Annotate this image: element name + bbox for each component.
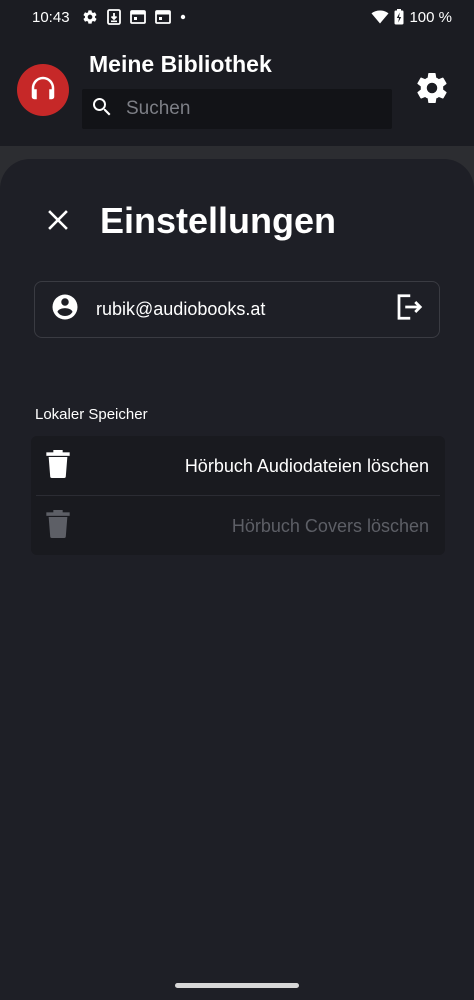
sheet-title: Einstellungen: [100, 200, 337, 241]
search-icon: [90, 95, 114, 124]
page-title: Meine Bibliothek: [89, 51, 272, 77]
account-email: rubik@audiobooks.at: [96, 299, 266, 319]
system-icons: 100 %: [371, 9, 452, 26]
search-placeholder: Suchen: [126, 98, 191, 119]
status-bar: 10:43 100 %: [0, 0, 474, 34]
calendar-icon: [154, 10, 171, 24]
divider: [36, 495, 440, 496]
account-card: rubik@audiobooks.at: [34, 281, 440, 338]
delete-audio-files-button[interactable]: Hörbuch Audiodateien löschen: [31, 437, 445, 495]
status-time: 10:43: [32, 8, 70, 26]
battery-percentage: 100 %: [409, 8, 452, 26]
logout-icon: [394, 292, 424, 327]
close-button[interactable]: [40, 204, 76, 240]
home-indicator[interactable]: [175, 983, 299, 988]
app-bar: Meine Bibliothek Suchen: [0, 34, 474, 146]
trash-icon: [46, 449, 70, 483]
delete-audio-files-label: Hörbuch Audiodateien löschen: [184, 455, 429, 476]
account-circle-icon: [50, 292, 80, 327]
close-icon: [46, 208, 70, 237]
trash-icon: [46, 509, 70, 543]
settings-sheet: Einstellungen rubik@audiobooks.at Lokale…: [0, 159, 474, 1000]
battery-charging-icon: [394, 9, 404, 25]
avatar[interactable]: [17, 64, 69, 116]
calendar-icon: [129, 10, 146, 24]
wifi-icon: [371, 10, 389, 24]
local-storage-list: Hörbuch Audiodateien löschen Hörbuch Cov…: [31, 436, 445, 555]
settings-button[interactable]: [412, 70, 452, 110]
logout-button[interactable]: [391, 292, 427, 328]
section-label-local-storage: Lokaler Speicher: [35, 406, 148, 423]
gear-icon: [414, 70, 450, 111]
notification-icons: [82, 9, 186, 25]
dot-icon: [180, 14, 186, 20]
delete-covers-label: Hörbuch Covers löschen: [231, 515, 429, 536]
download-icon: [106, 9, 121, 25]
headphones-icon: [28, 73, 58, 108]
settings-icon: [82, 9, 98, 25]
search-input[interactable]: Suchen: [82, 89, 392, 129]
delete-covers-button[interactable]: Hörbuch Covers löschen: [31, 497, 445, 555]
